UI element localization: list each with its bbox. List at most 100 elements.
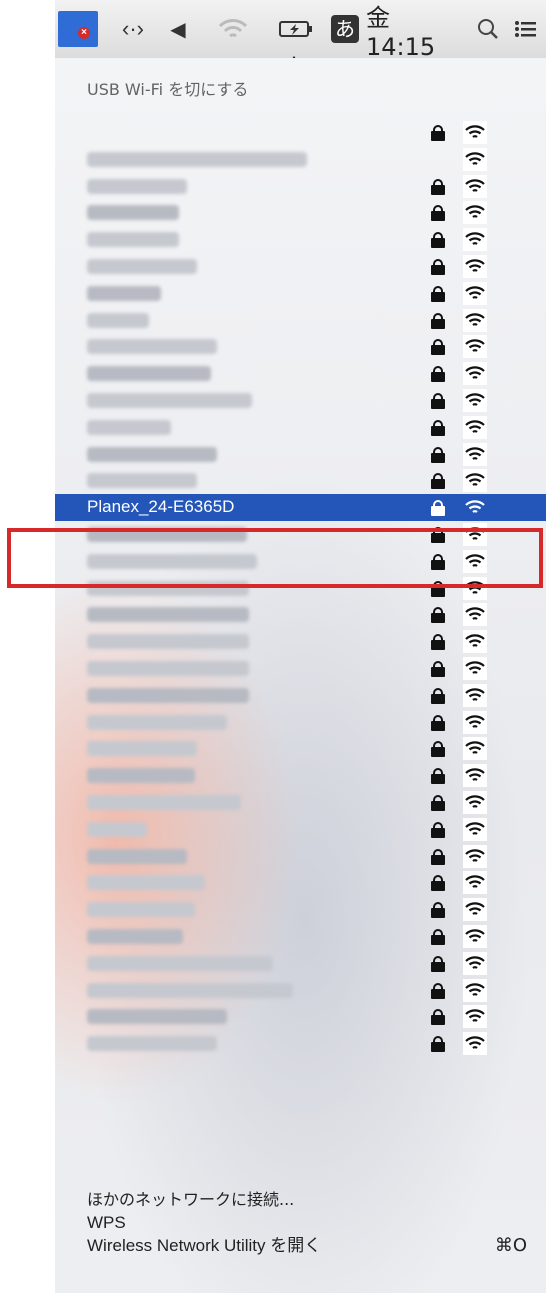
wifi-signal-icon	[463, 147, 487, 171]
bottom-actions: ほかのネットワークに接続... WPS Wireless Network Uti…	[87, 1188, 527, 1257]
lock-icon	[431, 205, 445, 222]
lock-icon	[431, 955, 445, 972]
wifi-signal-icon	[463, 603, 487, 627]
volume-icon[interactable]: ◀	[158, 0, 198, 58]
network-name-redacted	[87, 928, 183, 944]
wifi-signal-icon	[463, 951, 487, 975]
network-item[interactable]	[55, 762, 546, 789]
network-name-redacted	[87, 607, 249, 623]
wifi-signal-icon	[463, 469, 487, 493]
wifi-signal-icon	[463, 978, 487, 1002]
network-name-redacted	[87, 955, 273, 971]
network-item[interactable]	[55, 173, 546, 200]
wifi-signal-icon	[463, 121, 487, 144]
network-name-redacted	[87, 768, 195, 784]
lock-icon	[431, 607, 445, 624]
network-item[interactable]	[55, 843, 546, 870]
lock-icon	[431, 848, 445, 865]
lock-icon	[431, 419, 445, 436]
wifi-signal-icon	[463, 335, 487, 359]
wifi-signal-icon	[463, 1005, 487, 1029]
network-item[interactable]	[55, 789, 546, 816]
network-item[interactable]	[55, 1003, 546, 1030]
clock[interactable]: 金 14:15	[366, 0, 466, 61]
network-item[interactable]	[55, 923, 546, 950]
wifi-dropdown-menu: USB Wi-Fi を切にする Planex_24-E6365D ほかのネットワ…	[55, 58, 546, 1293]
network-item[interactable]	[55, 869, 546, 896]
network-item[interactable]	[55, 360, 546, 387]
lock-icon	[431, 687, 445, 704]
open-utility-item[interactable]: Wireless Network Utility を開く ⌘O	[87, 1234, 527, 1257]
network-item[interactable]	[55, 307, 546, 334]
selection-highlight-frame	[7, 528, 543, 588]
network-item[interactable]	[55, 467, 546, 494]
wifi-signal-icon	[463, 201, 487, 225]
lock-icon	[431, 178, 445, 195]
network-item[interactable]	[55, 119, 546, 146]
network-item[interactable]	[55, 977, 546, 1004]
code-brackets-icon[interactable]: ‹·›	[108, 0, 158, 58]
lock-icon	[431, 1009, 445, 1026]
network-item[interactable]	[55, 1030, 546, 1057]
network-item[interactable]	[55, 709, 546, 736]
wifi-signal-icon	[463, 442, 487, 466]
wifi-signal-icon	[463, 362, 487, 386]
network-item[interactable]	[55, 199, 546, 226]
network-name-redacted	[87, 312, 149, 328]
network-item[interactable]	[55, 441, 546, 468]
network-item[interactable]	[55, 333, 546, 360]
usb-wifi-toggle[interactable]: USB Wi-Fi を切にする	[87, 76, 248, 100]
wifi-signal-icon	[463, 656, 487, 680]
network-item[interactable]	[55, 628, 546, 655]
network-item[interactable]	[55, 387, 546, 414]
network-item[interactable]	[55, 280, 546, 307]
network-item[interactable]	[55, 601, 546, 628]
wifi-signal-icon	[463, 844, 487, 868]
lock-icon	[431, 714, 445, 731]
wifi-signal-icon	[463, 683, 487, 707]
network-item[interactable]	[55, 146, 546, 173]
lock-icon	[431, 285, 445, 302]
wifi-signal-icon	[463, 764, 487, 788]
network-item[interactable]	[55, 682, 546, 709]
lock-icon	[431, 821, 445, 838]
lock-icon	[431, 366, 445, 383]
lock-icon	[431, 875, 445, 892]
wifi-signal-icon	[463, 496, 487, 519]
battery-icon[interactable]	[268, 0, 324, 58]
lock-icon	[431, 232, 445, 249]
notification-center-icon[interactable]	[510, 0, 540, 58]
network-name-redacted	[87, 1036, 217, 1052]
lock-icon	[431, 634, 445, 651]
network-name-redacted	[87, 392, 252, 408]
wifi-signal-icon	[463, 1032, 487, 1056]
error-badge-icon: ×	[78, 27, 90, 39]
wifi-icon[interactable]	[198, 0, 268, 58]
wifi-utility-menu-icon[interactable]: ×	[58, 11, 98, 47]
spotlight-search-icon[interactable]	[466, 0, 510, 58]
network-item-selected[interactable]: Planex_24-E6365D	[55, 494, 546, 521]
wifi-signal-icon	[463, 924, 487, 948]
network-name-redacted	[87, 741, 197, 757]
lock-icon	[431, 928, 445, 945]
network-item[interactable]	[55, 414, 546, 441]
network-item[interactable]	[55, 253, 546, 280]
network-item[interactable]	[55, 816, 546, 843]
network-name-redacted	[87, 366, 211, 382]
network-name-redacted	[87, 714, 227, 730]
network-item[interactable]	[55, 896, 546, 923]
network-name-redacted	[87, 982, 293, 998]
lock-icon	[431, 660, 445, 677]
connect-other-network-item[interactable]: ほかのネットワークに接続...	[87, 1188, 527, 1211]
network-name-redacted	[87, 848, 187, 864]
wps-item[interactable]: WPS	[87, 1211, 527, 1234]
wifi-signal-icon	[463, 281, 487, 305]
network-item[interactable]	[55, 226, 546, 253]
lock-icon	[431, 392, 445, 409]
network-item[interactable]	[55, 655, 546, 682]
network-name-redacted	[87, 151, 307, 167]
wifi-signal-icon	[463, 388, 487, 412]
network-item[interactable]	[55, 950, 546, 977]
network-item[interactable]	[55, 735, 546, 762]
input-method-icon[interactable]: あ	[324, 0, 366, 58]
